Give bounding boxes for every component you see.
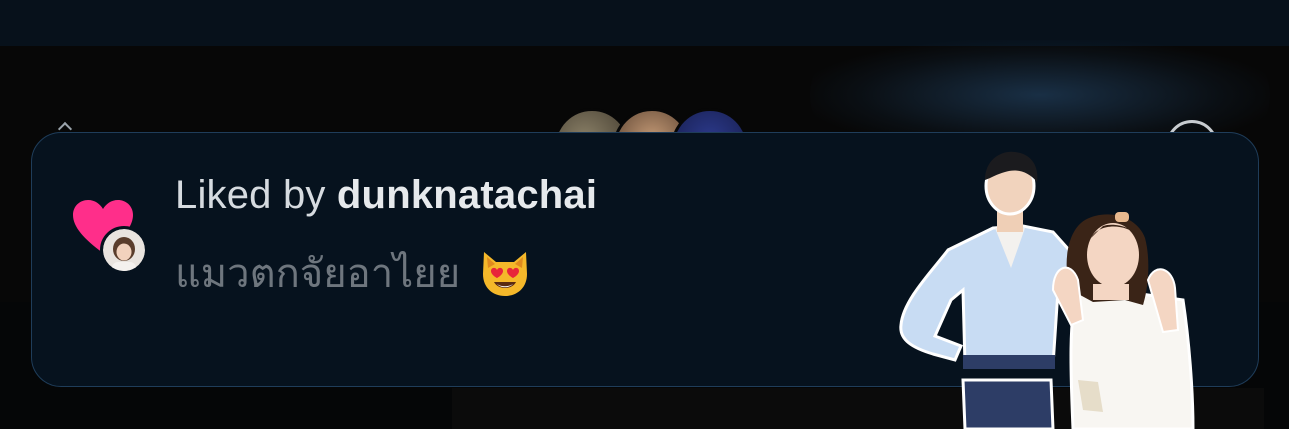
- avatar-image-icon: [103, 229, 145, 271]
- username-link[interactable]: dunknatachai: [337, 173, 597, 217]
- screen: Liked by dunknatachai แมวตกจัยอาไยย: [0, 0, 1289, 429]
- smiling-cat-heart-eyes-icon: [483, 252, 528, 296]
- woman-figure: [1051, 212, 1195, 429]
- avatar: [100, 226, 148, 274]
- notification-title: Liked by dunknatachai: [175, 173, 597, 218]
- notification-message: แมวตกจัยอาไยย: [175, 241, 532, 305]
- message-text: แมวตกจัยอาไยย: [175, 252, 461, 296]
- liked-by-label: Liked by: [175, 173, 326, 217]
- man-figure: [899, 151, 1080, 429]
- couple-sticker-image: [899, 151, 1195, 429]
